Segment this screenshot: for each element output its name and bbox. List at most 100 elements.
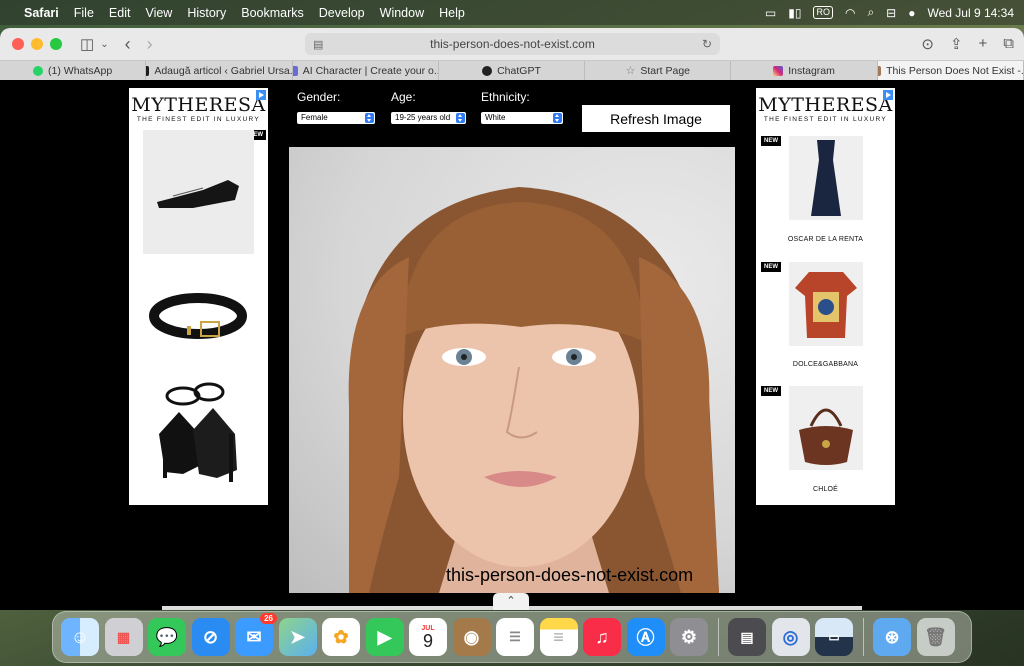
ethnicity-select[interactable]: White <box>481 112 563 124</box>
display-icon[interactable]: ▭ <box>765 6 776 20</box>
tab-label: Instagram <box>788 64 835 77</box>
tab-instagram[interactable]: Instagram <box>731 61 878 80</box>
safari-icon[interactable]: ⊘ <box>191 618 230 656</box>
finder-icon[interactable]: ☺ <box>61 618 99 656</box>
ad-product-shirt[interactable] <box>789 262 863 346</box>
photos-icon[interactable]: ✿ <box>322 618 360 656</box>
gender-select[interactable]: Female <box>297 112 375 124</box>
music-icon[interactable]: ♫ <box>583 618 621 656</box>
messages-icon[interactable]: 💬 <box>148 618 186 656</box>
tab-this-person-does-not-exist[interactable]: This Person Does Not Exist -... <box>877 61 1024 80</box>
ad-brand: MYTHERESA THE FINEST EDIT IN LUXURY <box>129 88 268 123</box>
tab-ai-character[interactable]: AI Character | Create your o... <box>292 61 439 80</box>
refresh-image-button[interactable]: Refresh Image <box>582 105 730 132</box>
menu-edit[interactable]: Edit <box>109 6 131 20</box>
downloads-icon[interactable]: ⊙ <box>921 35 934 53</box>
reminders-icon[interactable]: ☰ <box>496 618 534 656</box>
ad-brand: MYTHERESA THE FINEST EDIT IN LUXURY <box>756 88 895 123</box>
gender-label: Gender: <box>297 90 341 104</box>
battery-icon[interactable]: ▮▯ <box>788 6 801 20</box>
chevron-up-icon: ⌃ <box>506 595 516 607</box>
ad-choices-icon[interactable] <box>256 90 266 100</box>
product-label-dolce[interactable]: DOLCE&GABBANA <box>756 361 895 368</box>
siri-icon[interactable]: ● <box>908 6 915 20</box>
ad-product-dress[interactable] <box>789 136 863 220</box>
expand-banner-button[interactable]: ⌃ <box>493 593 529 610</box>
ad-product-belt[interactable] <box>143 254 254 374</box>
tab-whatsapp[interactable]: (1) WhatsApp <box>0 61 147 80</box>
forward-arrow-icon[interactable]: › <box>147 34 153 55</box>
maps-icon[interactable]: ➤ <box>278 618 317 656</box>
heels-image <box>159 382 237 482</box>
product-label-chloe[interactable]: CHLOÉ <box>756 486 895 493</box>
menu-window[interactable]: Window <box>380 6 424 20</box>
launchpad-icon[interactable]: ▦ <box>104 618 143 656</box>
image-capture-icon[interactable]: ▭ <box>815 618 853 656</box>
safari-window: ◫ ⌄ ‹ › ▤ this-person-does-not-exist.com… <box>0 28 1024 610</box>
tab-overview-icon[interactable]: ⧉ <box>1003 35 1014 53</box>
site-favicon-icon <box>146 65 150 76</box>
dock: ☺ ▦ 💬 ⊘ ✉ 26 ➤ ✿ ▶ JUL 9 ◉ ☰ ≡ ♫ Ⓐ ⚙ ▤ ◎… <box>52 611 972 663</box>
reload-icon[interactable]: ↻ <box>702 37 712 51</box>
control-center-icon[interactable]: ⊟ <box>886 6 896 20</box>
wifi-icon[interactable]: ◠ <box>845 6 855 20</box>
ad-brand-tagline: THE FINEST EDIT IN LUXURY <box>136 116 261 123</box>
page-content: MYTHERESA THE FINEST EDIT IN LUXURY NEW <box>0 80 1024 610</box>
new-tab-icon[interactable]: + <box>979 35 988 53</box>
url-text[interactable]: this-person-does-not-exist.com <box>430 37 595 51</box>
zoom-window-button[interactable] <box>50 38 62 50</box>
menubar-clock[interactable]: Wed Jul 9 14:34 <box>927 6 1014 20</box>
calendar-day: 9 <box>422 630 433 651</box>
downloads-folder-icon[interactable]: ⊛ <box>873 618 911 656</box>
calculator-icon[interactable]: ▤ <box>728 618 766 656</box>
product-label-oscar[interactable]: OSCAR DE LA RENTA <box>756 236 895 243</box>
back-arrow-icon[interactable]: ‹ <box>125 34 131 55</box>
menu-develop[interactable]: Develop <box>319 6 365 20</box>
chevron-down-icon[interactable]: ⌄ <box>100 39 108 50</box>
menu-app-name[interactable]: Safari <box>24 6 59 20</box>
calendar-icon[interactable]: JUL 9 <box>409 618 447 656</box>
mail-icon[interactable]: ✉ 26 <box>235 613 277 656</box>
tab-start-page[interactable]: ☆ Start Page <box>585 61 732 80</box>
ad-product-loafer[interactable] <box>143 130 254 254</box>
input-source-indicator[interactable]: RO <box>813 6 833 19</box>
contacts-icon[interactable]: ◉ <box>452 618 491 656</box>
minimize-window-button[interactable] <box>31 38 43 50</box>
spotlight-search-icon[interactable]: ⌕ <box>867 5 874 20</box>
menu-file[interactable]: File <box>74 6 94 20</box>
shirt-image <box>795 272 857 338</box>
select-stepper-icon <box>553 113 562 123</box>
system-settings-icon[interactable]: ⚙ <box>670 618 708 656</box>
sidebar-toggle-icon[interactable]: ◫ <box>80 35 94 53</box>
ad-brand-name: MYTHERESA <box>758 94 893 116</box>
notes-icon[interactable]: ≡ <box>539 618 578 656</box>
app-store-icon[interactable]: Ⓐ <box>626 618 665 656</box>
age-value: 19-25 years old <box>395 113 451 122</box>
gender-value: Female <box>301 113 328 122</box>
ad-product-bag[interactable] <box>789 386 863 470</box>
address-bar[interactable]: ▤ this-person-does-not-exist.com ↻ <box>305 33 720 55</box>
right-advertisement[interactable]: MYTHERESA THE FINEST EDIT IN LUXURY NEW … <box>756 88 895 505</box>
menu-help[interactable]: Help <box>439 6 465 20</box>
close-window-button[interactable] <box>12 38 24 50</box>
tab-chatgpt[interactable]: ChatGPT <box>439 61 586 80</box>
facetime-icon[interactable]: ▶ <box>365 618 404 656</box>
mail-unread-badge: 26 <box>260 613 277 624</box>
ad-product-heels[interactable] <box>143 374 254 502</box>
page-settings-icon[interactable]: ▤ <box>313 38 323 51</box>
tab-label: ChatGPT <box>497 64 541 77</box>
tab-label: Adaugă articol ‹ Gabriel Ursa... <box>154 64 293 77</box>
menu-history[interactable]: History <box>187 6 226 20</box>
share-icon[interactable]: ⇪ <box>950 35 963 53</box>
tab-label: This Person Does Not Exist -... <box>886 64 1024 77</box>
trash-icon[interactable]: 🗑 <box>916 618 955 656</box>
age-select[interactable]: 19-25 years old <box>391 112 466 124</box>
window-controls <box>12 38 62 50</box>
left-advertisement[interactable]: MYTHERESA THE FINEST EDIT IN LUXURY NEW <box>129 88 268 505</box>
ad-choices-icon[interactable] <box>883 90 893 100</box>
preview-icon[interactable]: ◎ <box>771 618 810 656</box>
dress-image <box>811 140 841 216</box>
menu-view[interactable]: View <box>145 6 172 20</box>
menu-bookmarks[interactable]: Bookmarks <box>241 6 304 20</box>
tab-adauga-articol[interactable]: Adaugă articol ‹ Gabriel Ursa... <box>146 61 293 80</box>
